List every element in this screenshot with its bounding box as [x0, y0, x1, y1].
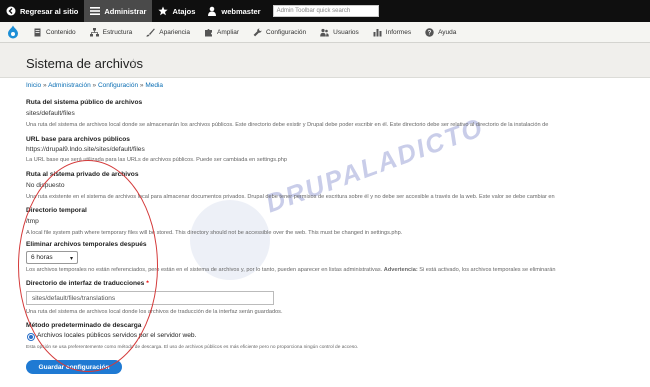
- chevron-down-icon: ▾: [69, 256, 73, 262]
- translations-label-text: Directorio de interfaz de traducciones: [26, 280, 145, 287]
- menu-item-reports[interactable]: Informes: [366, 28, 418, 37]
- menu-item-content[interactable]: Contenido: [26, 28, 83, 37]
- breadcrumb-separator: »: [139, 82, 144, 89]
- private-path-value: No dispuesto: [26, 182, 65, 189]
- delete-temp-value: 6 horas: [31, 254, 53, 261]
- temp-dir-description: A local file system path where temporary…: [26, 230, 403, 236]
- manage-tab[interactable]: Administrar: [84, 0, 153, 22]
- delete-temp-desc-text-2: Si está activado, los archivos temporale…: [419, 267, 556, 273]
- structure-icon: [89, 27, 99, 36]
- people-icon: [320, 28, 329, 36]
- download-method-radio[interactable]: [27, 333, 35, 341]
- delete-temp-label: Eliminar archivos temporales después: [26, 241, 147, 248]
- menu-label: Ayuda: [438, 28, 457, 36]
- brush-icon: [146, 28, 156, 37]
- download-method-option[interactable]: Archivos locales públicos servidos por e…: [37, 332, 196, 339]
- back-to-site-link[interactable]: Regresar al sitio: [0, 0, 84, 22]
- content-icon: [34, 28, 41, 36]
- translations-label: Directorio de interfaz de traducciones *: [26, 280, 149, 287]
- shortcuts-label: Atajos: [172, 6, 196, 16]
- menu-label: Informes: [385, 28, 412, 36]
- translations-description: Una ruta del sistema de archivos local d…: [26, 309, 283, 315]
- star-icon: [158, 6, 169, 16]
- manage-label: Administrar: [104, 6, 147, 16]
- base-url-label: URL base para archivos públicos: [26, 136, 130, 143]
- user-tab[interactable]: webmaster: [201, 0, 266, 22]
- page-title: Sistema de archivos: [26, 56, 144, 71]
- breadcrumb: Inicio » Administración » Configuración …: [26, 82, 163, 89]
- toolbar-search-input[interactable]: Admin Toolbar quick search: [272, 5, 379, 17]
- public-path-value: sites/default/files: [26, 110, 75, 117]
- menu-label: Estructura: [102, 28, 133, 36]
- public-path-description: Una ruta del sistema de archivos local d…: [26, 122, 549, 128]
- delete-temp-desc-text: Los archivos temporales no están referen…: [26, 267, 383, 273]
- admin-toolbar: Regresar al sitio Administrar Atajos web…: [0, 0, 650, 22]
- help-icon: ?: [425, 27, 434, 37]
- add-shortcut-star-icon[interactable]: ☆: [128, 56, 139, 70]
- breadcrumb-home[interactable]: Inicio: [26, 82, 41, 89]
- menu-item-help[interactable]: ? Ayuda: [418, 27, 463, 37]
- user-label: webmaster: [221, 6, 261, 16]
- download-method-label: Método predeterminado de descarga: [26, 322, 142, 329]
- temp-dir-label: Directorio temporal: [26, 207, 87, 214]
- download-method-description: Esta opción se usa preferentemente como …: [26, 345, 359, 350]
- menu-icon: [90, 7, 101, 15]
- wrench-icon: [253, 27, 262, 36]
- base-url-description: La URL base que será utilizada para las …: [26, 157, 287, 163]
- menu-item-people[interactable]: Usuarios: [313, 28, 366, 37]
- menu-label: Usuarios: [333, 28, 359, 36]
- breadcrumb-media[interactable]: Media: [145, 82, 163, 89]
- private-path-description: Una ruta existente en el sistema de arch…: [26, 194, 555, 200]
- breadcrumb-admin[interactable]: Administración: [48, 82, 91, 89]
- menu-item-extend[interactable]: Ampliar: [197, 28, 246, 37]
- user-icon: [208, 6, 217, 16]
- svg-text:?: ?: [428, 30, 432, 36]
- menu-label: Ampliar: [216, 28, 240, 36]
- required-marker: *: [146, 280, 149, 287]
- shortcuts-tab[interactable]: Atajos: [152, 0, 201, 22]
- menu-label: Apariencia: [159, 28, 190, 36]
- menu-item-structure[interactable]: Estructura: [83, 27, 140, 37]
- save-configuration-button[interactable]: Guardar configuración: [26, 360, 122, 374]
- base-url-value: https://drupal9.lndo.site/sites/default/…: [26, 146, 145, 153]
- breadcrumb-separator: »: [92, 82, 97, 89]
- page-header: Sistema de archivos ☆: [0, 43, 650, 78]
- annotation-ellipse: [18, 160, 158, 372]
- menu-label: Configuración: [266, 28, 307, 36]
- back-arrow-icon: [6, 6, 16, 16]
- temp-dir-value: /tmp: [26, 218, 39, 225]
- delete-temp-warning: Advertencia:: [383, 267, 418, 273]
- admin-menu: Contenido Estructura Apariencia Ampliar …: [0, 22, 650, 43]
- bar-chart-icon: [373, 28, 382, 36]
- drupal-logo-icon[interactable]: [0, 22, 26, 42]
- menu-label: Contenido: [46, 28, 76, 36]
- public-path-label: Ruta del sistema público de archivos: [26, 99, 143, 106]
- translations-input[interactable]: sites/default/files/translations: [26, 291, 274, 305]
- delete-temp-description: Los archivos temporales no están referen…: [26, 267, 555, 273]
- private-path-label: Ruta al sistema privado de archivos: [26, 171, 139, 178]
- menu-item-appearance[interactable]: Apariencia: [139, 28, 197, 37]
- back-to-site-label: Regresar al sitio: [20, 6, 79, 16]
- menu-item-configuration[interactable]: Configuración: [246, 27, 313, 37]
- breadcrumb-separator: »: [43, 82, 47, 89]
- puzzle-icon: [204, 28, 212, 36]
- breadcrumb-config[interactable]: Configuración: [98, 82, 138, 89]
- delete-temp-select[interactable]: 6 horas ▾: [26, 251, 78, 264]
